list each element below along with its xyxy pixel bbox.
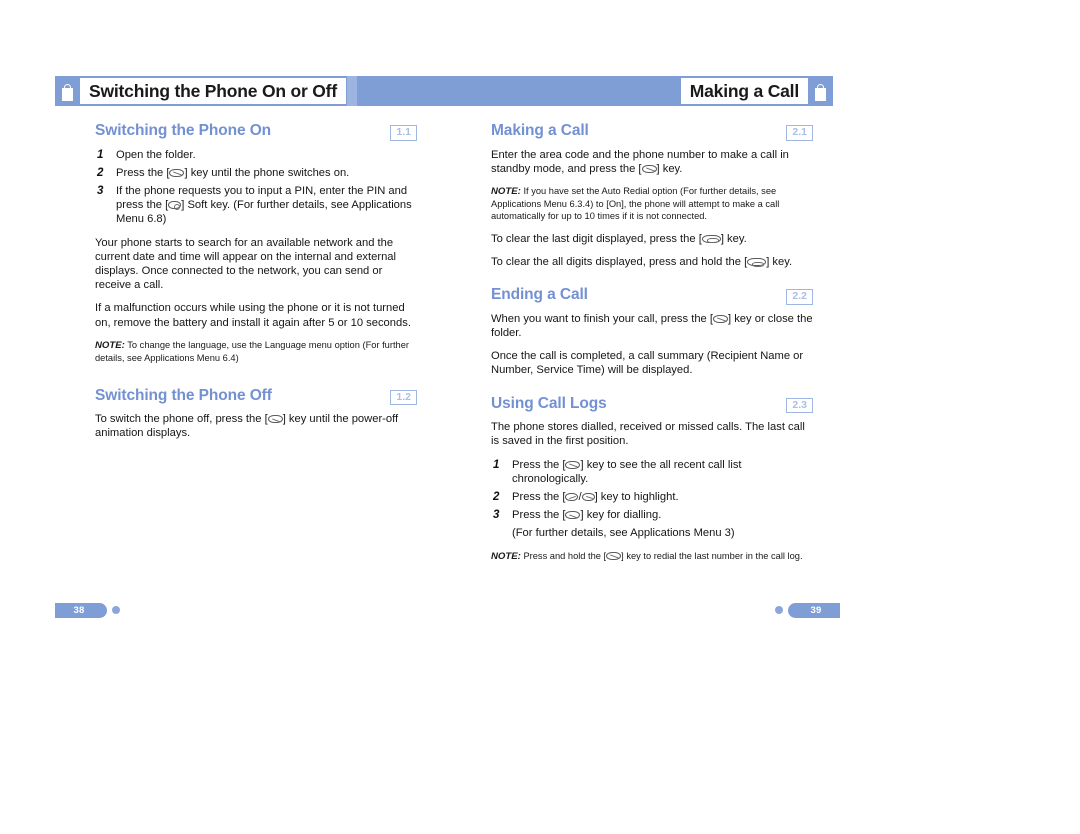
step-number: 1 <box>493 458 500 471</box>
section-heading-switching-phone-off: Switching the Phone Off 1.2 <box>95 387 417 408</box>
header-tab-right-label: Making a Call <box>680 78 808 104</box>
paragraph-text: Enter the area code and the phone number… <box>491 148 789 175</box>
note-text: Press and hold the [ <box>523 550 607 561</box>
paragraph: When you want to finish your call, press… <box>491 312 813 340</box>
section-title: Switching the Phone Off <box>95 386 272 404</box>
step-text: Press the [ <box>512 458 566 471</box>
note-text: To change the language, use the Language… <box>95 339 409 363</box>
paragraph: The phone stores dialled, received or mi… <box>491 421 805 448</box>
step-text: Open the folder. <box>116 148 196 161</box>
section-title: Using Call Logs <box>491 394 607 412</box>
section-heading-switching-phone-on: Switching the Phone On 1.1 <box>95 122 417 143</box>
note-label: NOTE: <box>95 339 125 351</box>
soft-key-icon <box>168 201 182 211</box>
manual-page-spread: Switching the Phone On or Off Making a C… <box>0 0 1080 834</box>
note-label: NOTE: <box>491 185 521 197</box>
note-label: NOTE: <box>491 550 521 562</box>
step-number: 2 <box>97 166 104 179</box>
footer-left: 38 <box>55 602 125 618</box>
right-page-column: Making a Call 2.1 Enter the area code an… <box>491 122 813 573</box>
nav-down-key-icon <box>581 492 595 501</box>
end-call-key-icon <box>267 415 283 424</box>
note-block: NOTE: If you have set the Auto Redial op… <box>491 185 813 222</box>
step-text: ] key for dialling. <box>580 509 662 522</box>
step-number: 3 <box>493 509 500 522</box>
header-tab-left: Switching the Phone On or Off <box>55 76 346 106</box>
note-block: NOTE: Press and hold the [ ] key to redia… <box>491 550 813 563</box>
section-number: 2.1 <box>786 125 813 141</box>
note-text: If you have set the Auto Redial option (… <box>491 185 780 221</box>
end-call-key-icon <box>169 168 185 177</box>
section-title: Switching the Phone On <box>95 122 272 139</box>
step-text: Press the [ <box>512 509 566 522</box>
step-list-call-logs: 1 Press the [] key to see the all recent… <box>491 458 813 541</box>
step-text: ] key to highlight. <box>594 490 679 503</box>
clear-key-icon <box>701 234 721 244</box>
mobile-phone-icon <box>60 78 75 104</box>
end-call-key-icon <box>713 314 728 323</box>
step-text: (For further details, see Applications M… <box>512 527 735 540</box>
header-tab-right: Making a Call <box>680 76 833 106</box>
step-number: 1 <box>97 148 104 161</box>
step-number: 3 <box>97 184 104 197</box>
paragraph-text: To clear the all digits displayed, press… <box>491 256 748 269</box>
note-block: NOTE: To change the language, use the La… <box>95 339 417 364</box>
mobile-phone-icon <box>813 78 828 104</box>
list-item: 3 Press the [ ] key for dialling. <box>491 508 813 522</box>
call-key-icon <box>606 551 622 560</box>
paragraph-text: To switch the phone off, press the [ <box>95 413 268 426</box>
paragraph-text: ] key. <box>656 162 683 175</box>
step-number: 2 <box>493 490 500 503</box>
paragraph: If a malfunction occurs while using the … <box>95 302 411 329</box>
paragraph-text: To clear the last digit displayed, press… <box>491 232 702 245</box>
paragraph-text: ] key. <box>766 256 793 269</box>
paragraph-text: ] key. <box>720 232 747 245</box>
list-item: 2 Press the [ ] key until the phone switc… <box>95 166 417 180</box>
step-text: Press the [ <box>512 490 566 503</box>
nav-up-key-icon <box>565 492 579 501</box>
footer-dot-icon <box>112 606 120 614</box>
paragraph: To switch the phone off, press the [] ke… <box>95 412 417 440</box>
header-tab-left-label: Switching the Phone On or Off <box>80 78 346 104</box>
step-text: ] key until the phone switches on. <box>184 166 350 179</box>
left-page-column: Switching the Phone On 1.1 1 Open the fo… <box>95 122 417 450</box>
call-key-icon <box>641 164 657 173</box>
paragraph: Once the call is completed, a call summa… <box>491 350 804 377</box>
footer-dot-icon <box>775 606 783 614</box>
section-number: 2.2 <box>786 289 813 305</box>
step-text: Press the [ <box>116 166 170 179</box>
header-band-divider-left <box>347 76 357 106</box>
clear-key-icon <box>747 258 767 267</box>
step-list-switching-on: 1 Open the folder. 2 Press the [ ] key un… <box>95 148 417 227</box>
call-key-icon <box>565 511 581 520</box>
paragraph-text: When you want to finish your call, press… <box>491 312 713 325</box>
call-key-icon <box>565 460 581 469</box>
paragraph: To clear the all digits displayed, press… <box>491 255 813 269</box>
section-heading-ending-a-call: Ending a Call 2.2 <box>491 286 813 307</box>
note-text: ] key to redial the last number in the c… <box>621 550 803 561</box>
section-heading-making-a-call: Making a Call 2.1 <box>491 122 813 143</box>
section-heading-using-call-logs: Using Call Logs 2.3 <box>491 395 813 416</box>
section-number: 1.1 <box>390 125 417 141</box>
paragraph: Your phone starts to search for an avail… <box>95 236 397 292</box>
footer-right: 39 <box>770 602 840 618</box>
list-item: 1 Press the [] key to see the all recent… <box>491 458 813 486</box>
section-number: 1.2 <box>390 389 417 406</box>
list-item: 2 Press the [/] key to highlight. <box>491 490 813 504</box>
section-title: Making a Call <box>491 122 589 139</box>
section-title: Ending a Call <box>491 286 588 304</box>
page-number-left: 38 <box>55 602 107 618</box>
section-number: 2.3 <box>786 397 813 414</box>
list-item: (For further details, see Applications M… <box>491 526 813 540</box>
list-item: 1 Open the folder. <box>95 148 417 162</box>
page-number-right: 39 <box>788 602 840 618</box>
paragraph: To clear the last digit displayed, press… <box>491 232 813 246</box>
paragraph: Enter the area code and the phone number… <box>491 148 813 176</box>
list-item: 3 If the phone requests you to input a P… <box>95 184 417 227</box>
